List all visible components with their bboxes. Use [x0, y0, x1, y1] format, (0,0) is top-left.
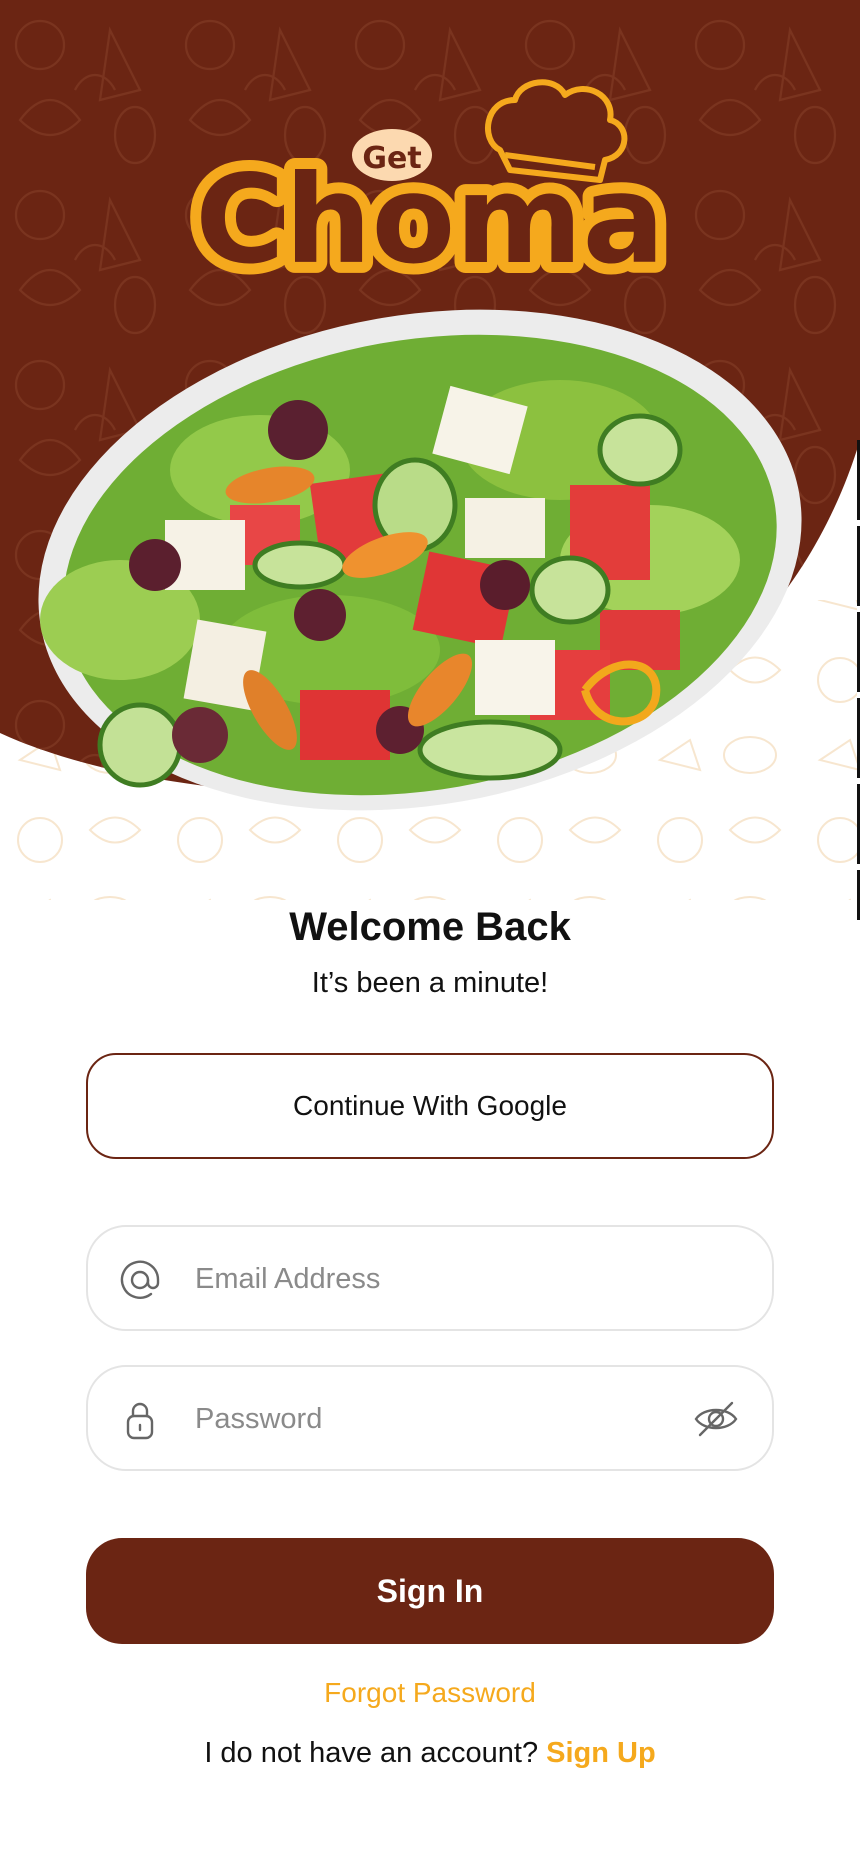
sign-in-button[interactable]: Sign In — [86, 1538, 774, 1644]
welcome-title: Welcome Back — [289, 905, 571, 949]
no-account-text: I do not have an account? — [204, 1737, 539, 1769]
password-field[interactable] — [86, 1365, 774, 1471]
google-button-label: Continue With Google — [293, 1090, 567, 1121]
at-icon — [120, 1260, 160, 1299]
continue-with-google-button[interactable]: Continue With Google — [86, 1053, 774, 1159]
svg-text:Choma: Choma — [195, 149, 665, 291]
password-input[interactable] — [193, 1367, 677, 1471]
signup-prompt: I do not have an account? Sign Up — [0, 1737, 860, 1770]
email-field[interactable] — [86, 1225, 774, 1331]
eye-off-icon[interactable] — [694, 1399, 738, 1439]
lock-icon — [126, 1402, 154, 1440]
forgot-password-link[interactable]: Forgot Password — [0, 1677, 860, 1709]
hero-graphic: Get Choma Choma — [0, 0, 860, 900]
email-input[interactable] — [193, 1227, 677, 1331]
welcome-subtitle: It’s been a minute! — [311, 967, 549, 999]
sign-up-link[interactable]: Sign Up — [546, 1737, 656, 1769]
hero-section: Get Choma Choma — [0, 0, 860, 900]
